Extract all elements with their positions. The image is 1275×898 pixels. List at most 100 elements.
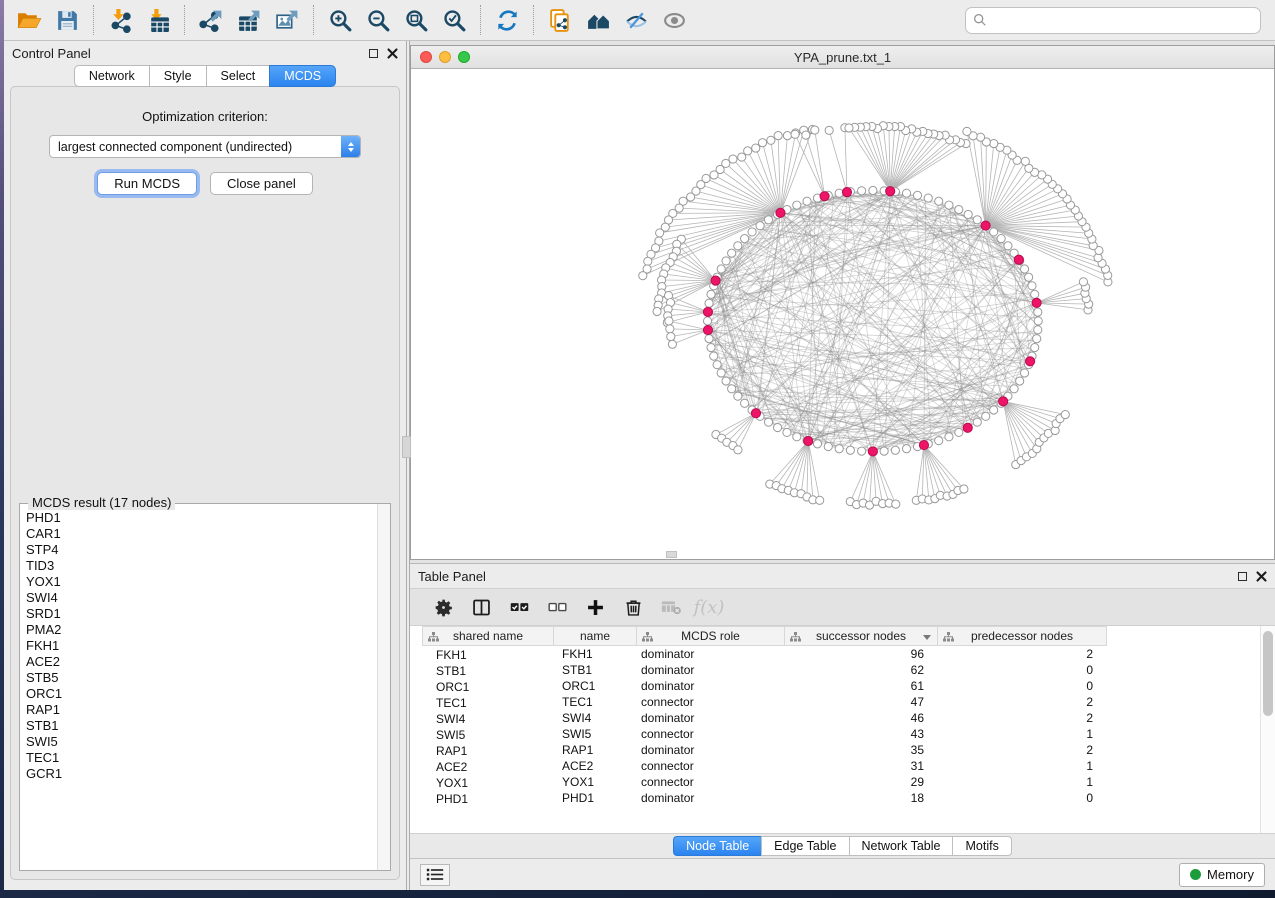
save-session-icon [55, 8, 80, 33]
graphics-details-button[interactable] [617, 3, 655, 37]
cell-successor-nodes: 31 [785, 759, 938, 773]
column-label: predecessor nodes [971, 629, 1073, 643]
network-graph[interactable] [411, 69, 1274, 559]
close-panel-button[interactable]: Close panel [210, 172, 313, 195]
mcds-node-item[interactable]: SRD1 [26, 606, 377, 622]
refresh-layout-button[interactable] [488, 3, 526, 37]
graphics-details-icon [624, 8, 649, 33]
tab-network-table[interactable]: Network Table [849, 836, 953, 856]
close-window-icon[interactable] [420, 51, 432, 63]
zoom-selected-button[interactable] [435, 3, 473, 37]
column-header-successor-nodes[interactable]: successor nodes [785, 626, 938, 646]
mcds-list-scrollbar[interactable] [377, 504, 390, 870]
table-row[interactable]: YOX1YOX1connector291 [422, 774, 1275, 790]
divider-grip[interactable] [402, 436, 411, 458]
tab-edge-table[interactable]: Edge Table [761, 836, 848, 856]
table-row[interactable]: TEC1TEC1connector472 [422, 694, 1275, 710]
import-network-button[interactable] [101, 3, 139, 37]
cell-MCDS-role: dominator [637, 663, 785, 677]
select-all-rows-button[interactable] [502, 591, 536, 623]
mcds-node-item[interactable]: CAR1 [26, 526, 377, 542]
zoom-fit-icon [404, 8, 429, 33]
column-header-predecessor-nodes[interactable]: predecessor nodes [938, 626, 1107, 646]
cell-shared-name: ORC1 [422, 678, 554, 694]
table-scrollbar-thumb[interactable] [1263, 631, 1273, 716]
cell-name: RAP1 [554, 743, 637, 757]
mcds-node-item[interactable]: FKH1 [26, 638, 377, 654]
tab-select[interactable]: Select [206, 65, 270, 87]
mcds-node-item[interactable]: YOX1 [26, 574, 377, 590]
mcds-node-item[interactable]: STB5 [26, 670, 377, 686]
mcds-node-item[interactable]: PMA2 [26, 622, 377, 638]
tab-motifs[interactable]: Motifs [952, 836, 1011, 856]
open-session-button[interactable] [10, 3, 48, 37]
search-box[interactable] [965, 7, 1261, 34]
export-network-button[interactable] [192, 3, 230, 37]
criterion-select[interactable]: largest connected component (undirected) [49, 135, 361, 158]
import-table-button[interactable] [139, 3, 177, 37]
close-panel-icon[interactable] [387, 48, 398, 59]
cell-predecessor-nodes: 0 [938, 679, 1107, 693]
level-of-detail-button[interactable] [655, 3, 693, 37]
mcds-result-list[interactable]: PHD1CAR1STP4TID3YOX1SWI4SRD1PMA2FKH1ACE2… [20, 504, 377, 870]
mcds-node-item[interactable]: TID3 [26, 558, 377, 574]
import-table-icon [146, 8, 171, 33]
zoom-fit-button[interactable] [397, 3, 435, 37]
column-header-shared-name[interactable]: shared name [422, 626, 554, 646]
tab-mcds[interactable]: MCDS [269, 65, 336, 87]
close-table-panel-icon[interactable] [1256, 571, 1267, 582]
function-builder-icon: f(x) [694, 597, 725, 618]
float-panel-icon[interactable] [369, 49, 378, 58]
zoom-in-button[interactable] [321, 3, 359, 37]
table-row[interactable]: ORC1ORC1dominator610 [422, 678, 1275, 694]
table-row[interactable]: PHD1PHD1dominator180 [422, 790, 1275, 806]
mcds-node-item[interactable]: TEC1 [26, 750, 377, 766]
search-input[interactable] [992, 13, 1253, 28]
network-canvas[interactable] [411, 69, 1274, 559]
delete-column-button[interactable] [616, 591, 650, 623]
mcds-node-item[interactable]: ORC1 [26, 686, 377, 702]
tab-node-table[interactable]: Node Table [673, 836, 761, 856]
table-row[interactable]: ACE2ACE2connector311 [422, 758, 1275, 774]
export-image-button[interactable] [268, 3, 306, 37]
table-row[interactable]: STB1STB1dominator620 [422, 662, 1275, 678]
mcds-node-item[interactable]: ACE2 [26, 654, 377, 670]
network-window-titlebar[interactable]: YPA_prune.txt_1 [411, 46, 1274, 69]
mcds-node-item[interactable]: SWI4 [26, 590, 377, 606]
task-history-button[interactable] [420, 864, 450, 886]
zoom-out-button[interactable] [359, 3, 397, 37]
clone-network-button[interactable] [541, 3, 579, 37]
table-scrollbar[interactable] [1260, 626, 1275, 833]
mcds-node-item[interactable]: RAP1 [26, 702, 377, 718]
table-row[interactable]: SWI4SWI4dominator462 [422, 710, 1275, 726]
mcds-node-item[interactable]: STP4 [26, 542, 377, 558]
column-header-MCDS-role[interactable]: MCDS role [637, 626, 785, 646]
memory-button[interactable]: Memory [1179, 863, 1265, 887]
column-header-name[interactable]: name [554, 626, 637, 646]
delete-table-icon [661, 597, 682, 618]
mcds-node-item[interactable]: SWI5 [26, 734, 377, 750]
table-settings-button[interactable] [426, 591, 460, 623]
split-panel-button[interactable] [464, 591, 498, 623]
maximize-window-icon[interactable] [458, 51, 470, 63]
tab-network[interactable]: Network [74, 65, 149, 87]
tab-style[interactable]: Style [149, 65, 206, 87]
deselect-all-rows-button[interactable] [540, 591, 574, 623]
add-column-button[interactable] [578, 591, 612, 623]
cell-shared-name: SWI4 [422, 710, 554, 726]
minimize-window-icon[interactable] [439, 51, 451, 63]
mcds-node-item[interactable]: PHD1 [26, 510, 377, 526]
table-row[interactable]: FKH1FKH1dominator962 [422, 646, 1275, 662]
network-scroll-grip[interactable] [666, 551, 677, 558]
mcds-node-item[interactable]: GCR1 [26, 766, 377, 782]
mcds-node-item[interactable]: STB1 [26, 718, 377, 734]
float-table-panel-icon[interactable] [1238, 572, 1247, 581]
table-row[interactable]: SWI5SWI5connector431 [422, 726, 1275, 742]
save-session-button[interactable] [48, 3, 86, 37]
table-row[interactable]: RAP1RAP1dominator352 [422, 742, 1275, 758]
run-mcds-button[interactable]: Run MCDS [97, 172, 197, 195]
export-table-button[interactable] [230, 3, 268, 37]
neighborhood-button[interactable] [579, 3, 617, 37]
mcds-result-title: MCDS result (17 nodes) [28, 495, 175, 510]
cytoscape-window: Control Panel NetworkStyleSelectMCDS Opt… [4, 0, 1275, 890]
